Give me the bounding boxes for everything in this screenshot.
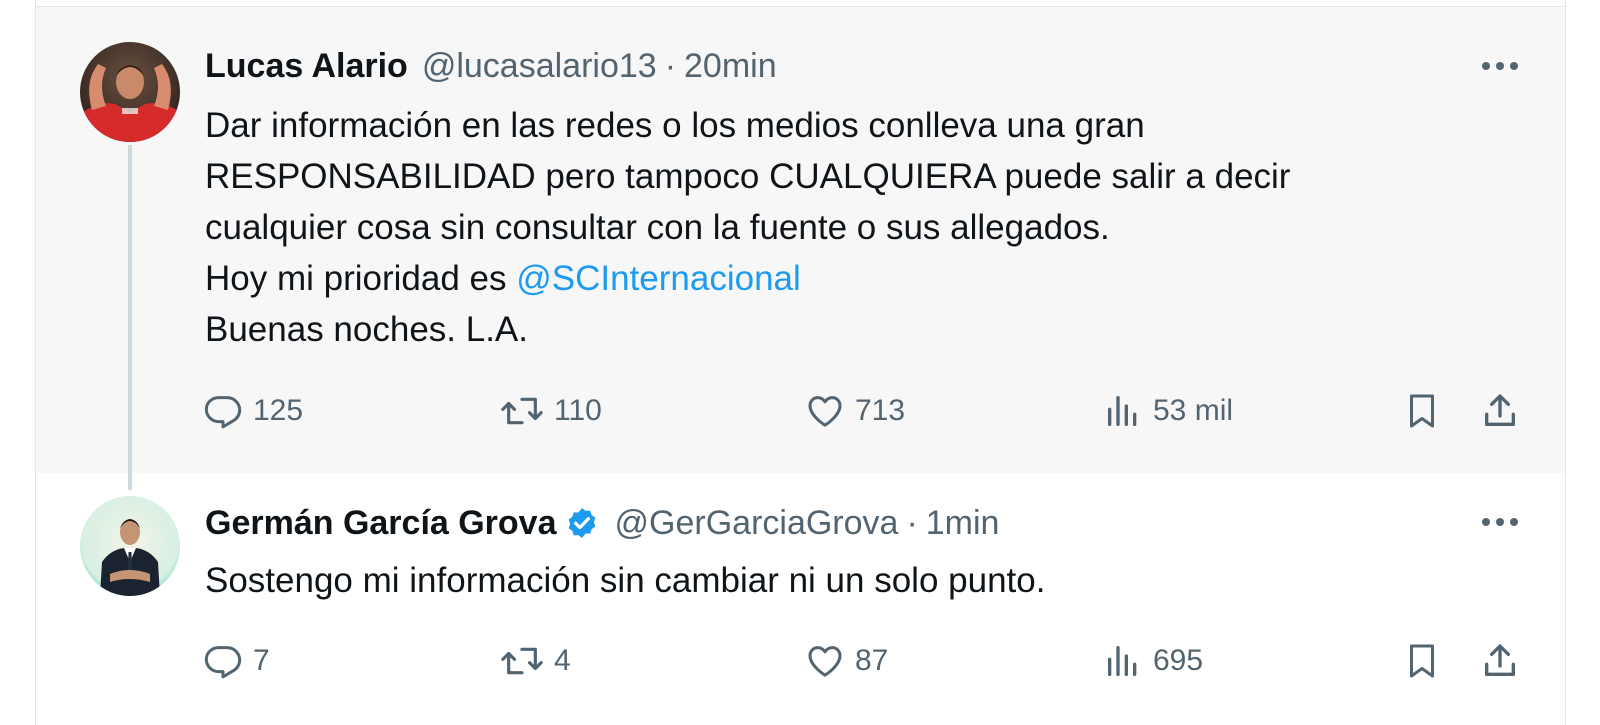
header-separator: · <box>664 46 677 85</box>
tweet2-header: Germán García Grova @GerGarciaGrova · 1m… <box>205 503 999 543</box>
tweet-text-line-mention: Hoy mi prioridad es @SCInternacional <box>205 253 1290 304</box>
author-handle[interactable]: @lucasalario13 <box>422 47 657 86</box>
tweet-text-line: cualquier cosa sin consultar con la fuen… <box>205 208 1110 247</box>
heart-icon <box>808 646 842 677</box>
tweet2-text: Sostengo mi información sin cambiar ni u… <box>205 555 1045 606</box>
bookmark-button[interactable] <box>1402 389 1442 433</box>
views-button[interactable]: 53 mil <box>1103 389 1233 433</box>
repost-count: 110 <box>554 394 602 427</box>
frame-right-border <box>1565 0 1566 725</box>
bookmark-icon <box>1410 394 1434 428</box>
tweet-text-prefix: Hoy mi prioridad es <box>205 259 517 298</box>
like-button[interactable]: 713 <box>805 389 905 433</box>
repost-count: 4 <box>554 644 571 677</box>
reply-button[interactable]: 125 <box>203 389 303 433</box>
thread-connector-line <box>128 145 132 490</box>
share-icon <box>1485 394 1515 426</box>
avatar-lucas-alario[interactable] <box>80 42 180 142</box>
like-count: 87 <box>855 644 889 677</box>
tweet1-text: Dar información en las redes o los medio… <box>205 100 1290 355</box>
repost-icon <box>501 397 543 425</box>
mention-link[interactable]: @SCInternacional <box>516 259 801 298</box>
reply-icon <box>204 396 242 429</box>
tweet-timestamp[interactable]: 20min <box>684 47 777 86</box>
repost-icon <box>501 647 543 675</box>
share-button[interactable] <box>1478 639 1522 683</box>
tweet-text-line: Sostengo mi información sin cambiar ni u… <box>205 561 1046 600</box>
views-icon <box>1108 396 1137 426</box>
bookmark-button[interactable] <box>1402 639 1442 683</box>
reply-button[interactable]: 7 <box>203 639 270 683</box>
tweet-text-line: Dar información en las redes o los medio… <box>205 106 1145 145</box>
views-icon <box>1108 646 1137 676</box>
views-count: 695 <box>1153 644 1204 677</box>
author-handle[interactable]: @GerGarciaGrova <box>615 504 899 543</box>
reply-count: 125 <box>253 394 304 427</box>
more-dots-icon[interactable] <box>1478 512 1522 532</box>
views-count: 53 mil <box>1153 394 1234 427</box>
reply-icon <box>204 646 242 679</box>
like-button[interactable]: 87 <box>805 639 888 683</box>
avatar-german-garcia-grova[interactable] <box>80 496 180 596</box>
author-name[interactable]: Lucas Alario <box>205 47 408 86</box>
reply-count: 7 <box>253 644 270 677</box>
bookmark-icon <box>1410 644 1434 678</box>
repost-button[interactable]: 110 <box>500 389 602 433</box>
tweet-text-line: Buenas noches. L.A. <box>205 310 528 349</box>
views-button[interactable]: 695 <box>1103 639 1203 683</box>
more-dots-icon[interactable] <box>1478 56 1522 76</box>
share-icon <box>1485 644 1515 676</box>
like-count: 713 <box>855 394 906 427</box>
tweet-text-line: RESPONSABILIDAD pero tampoco CUALQUIERA … <box>205 157 1291 196</box>
share-button[interactable] <box>1478 389 1522 433</box>
repost-button[interactable]: 4 <box>500 639 571 683</box>
tweet-timestamp[interactable]: 1min <box>926 504 1000 543</box>
tweet1-header: Lucas Alario @lucasalario13 · 20min <box>205 46 777 86</box>
verified-badge-icon[interactable] <box>565 506 599 540</box>
heart-icon <box>808 396 842 427</box>
header-separator: · <box>906 503 918 542</box>
author-name[interactable]: Germán García Grova <box>205 504 557 543</box>
